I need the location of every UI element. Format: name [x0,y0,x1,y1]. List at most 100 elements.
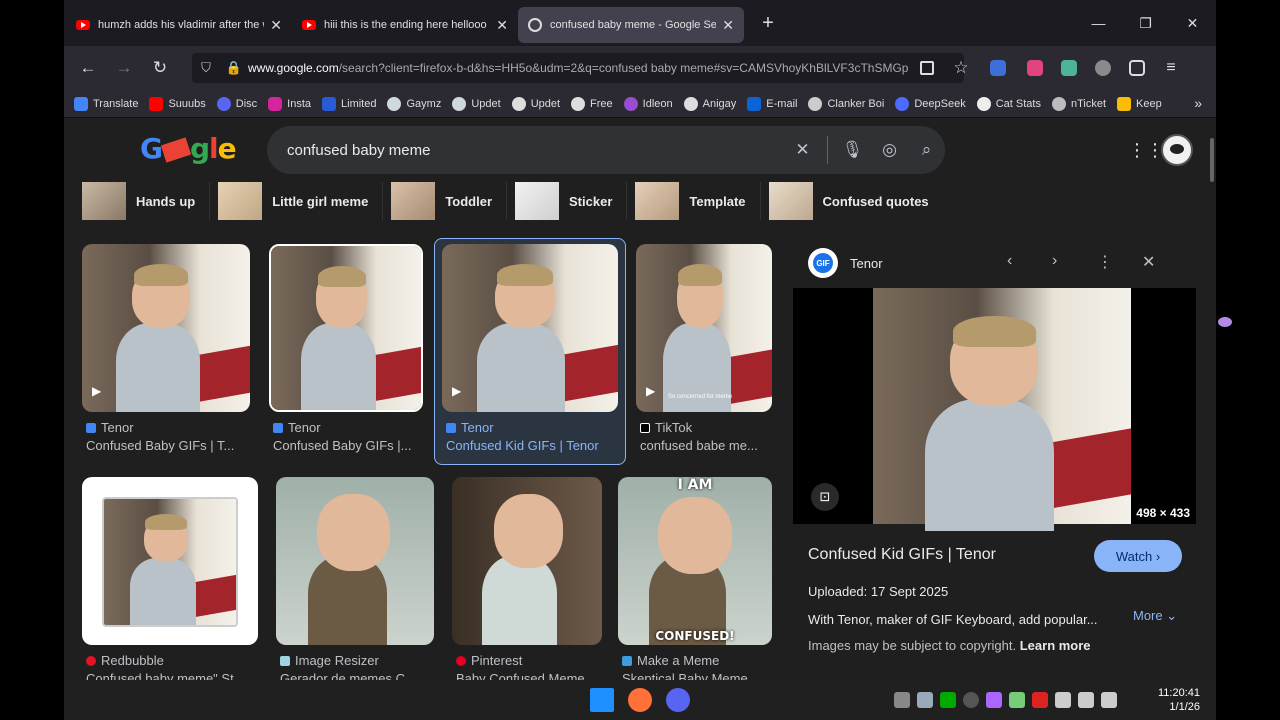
windows-start-icon[interactable] [590,688,614,712]
microphone-icon[interactable]: 🎙 [834,140,871,160]
search-input[interactable]: confused baby meme [267,142,784,159]
new-tab-button[interactable]: + [754,12,782,35]
url-bar[interactable]: ⛉ 🔒 www.google.com/search?client=firefox… [192,53,964,83]
result-image[interactable] [276,477,434,645]
tab-google-search[interactable]: confused baby meme - Google Search ✕ [518,7,744,43]
bookmark-translate[interactable]: Translate [74,96,138,111]
bookmark-suuubs[interactable]: Suuubs [149,96,206,111]
clear-icon[interactable]: ✕ [784,140,821,160]
chevron-left-icon[interactable]: ‹ [1007,252,1012,270]
image-result[interactable]: ▶ Tenor Confused Baby GIFs | T... [82,244,250,464]
chip-hands-up[interactable]: Hands up [82,182,211,220]
chip-little-girl-meme[interactable]: Little girl meme [218,182,384,220]
lens-icon[interactable]: ◎ [871,140,908,160]
bookmark-insta[interactable]: Insta [268,96,311,111]
result-title[interactable]: Confused Kid GIFs | Tenor [446,438,618,453]
result-title[interactable]: Skeptical Baby Meme... [622,671,774,680]
system-clock[interactable]: 11:20:41 1/1/26 [1158,686,1200,714]
bookmark-limited[interactable]: Limited [322,96,376,111]
chip-template[interactable]: Template [635,182,761,220]
close-window-button[interactable]: ✕ [1169,0,1216,46]
result-image[interactable] [269,244,423,412]
reload-button[interactable]: ↻ [142,50,178,86]
tab-youtube-1[interactable]: humzh adds his vladimir after the wor ✕ [66,7,292,43]
lock-icon[interactable]: 🔒 [220,60,248,76]
microphone-tray-icon[interactable] [1055,692,1071,708]
chip-sticker[interactable]: Sticker [515,182,628,220]
close-icon[interactable]: ✕ [270,17,282,34]
result-image[interactable]: ▶ [82,244,250,412]
result-source[interactable]: Redbubble [86,653,164,668]
lens-search-icon[interactable]: ⊡ [811,483,839,511]
result-source[interactable]: Tenor [446,420,494,435]
forward-button[interactable]: → [106,50,142,86]
menu-icon[interactable]: ≡ [1154,50,1188,86]
chip-confused-quotes[interactable]: Confused quotes [768,182,943,220]
result-image[interactable]: ▶ So concerned for meme [636,244,772,412]
result-title[interactable]: Confused Baby GIFs |... [273,438,425,453]
chevron-right-icon[interactable]: » [1194,95,1202,111]
image-result[interactable]: Image Resizer Gerador de memes C... [276,477,434,680]
image-result[interactable]: Pinterest Baby Confused Meme [452,477,602,680]
network-icon[interactable] [1078,692,1094,708]
learn-more-link[interactable]: Learn more [1020,638,1091,653]
bookmark-cat-stats[interactable]: Cat Stats [976,96,1041,111]
panel-source-name[interactable]: Tenor [850,256,883,271]
discord-icon[interactable] [666,688,690,712]
shield-icon[interactable]: ⛉ [192,60,220,76]
result-title[interactable]: Baby Confused Meme [456,671,604,680]
bookmark-free[interactable]: Free [571,96,613,111]
bookmark-deepseek[interactable]: DeepSeek [895,96,966,111]
bookmark-disc[interactable]: Disc [216,96,257,111]
preview-image-area[interactable]: ⊡ 498 × 433 [793,288,1196,532]
more-options-icon[interactable]: ⋮ [1097,252,1113,272]
result-title[interactable]: Confused Baby GIFs | T... [86,438,250,453]
steam-tray-icon[interactable] [917,692,933,708]
restore-button[interactable]: ❐ [1122,0,1169,46]
chevron-right-icon[interactable]: › [1052,252,1057,270]
nvidia-tray-icon[interactable] [1009,692,1025,708]
back-button[interactable]: ← [70,50,106,86]
result-source[interactable]: Tenor [273,420,321,435]
result-image[interactable]: I AM CONFUSED! [618,477,772,645]
close-icon[interactable]: ✕ [1142,252,1155,272]
extensions-puzzle-icon[interactable] [1120,50,1154,86]
panel-title[interactable]: Confused Kid GIFs | Tenor [808,546,996,564]
result-image[interactable] [452,477,602,645]
image-result[interactable]: Tenor Confused Baby GIFs |... [269,244,423,464]
more-button[interactable]: More ⌄ [1133,608,1177,624]
result-source[interactable]: TikTok [640,420,692,435]
tray-app-icon[interactable] [986,692,1002,708]
image-result[interactable]: ▶ So concerned for meme TikTok confused … [636,244,772,464]
result-source[interactable]: Image Resizer [280,653,379,668]
bookmark-star-icon[interactable]: ☆ [944,50,978,86]
chip-toddler[interactable]: Toddler [391,182,508,220]
image-result[interactable]: Redbubble Confused baby meme" St... [82,477,258,680]
tray-app-icon[interactable] [963,692,979,708]
bookmark-email[interactable]: E-mail [747,96,797,111]
search-icon[interactable]: ⌕ [908,140,945,160]
tab-youtube-2[interactable]: hiii this is the ending here hellooo :3 … [292,7,518,43]
firefox-icon[interactable] [628,688,652,712]
scrollbar[interactable] [1210,138,1214,182]
image-result[interactable]: ▶ Tenor Confused Kid GIFs | Tenor [442,244,618,464]
result-source[interactable]: Tenor [86,420,134,435]
bookmark-updet-2[interactable]: Updet [511,96,560,111]
minimize-button[interactable]: — [1075,0,1122,46]
result-image[interactable]: ▶ [442,244,618,412]
microphone-extension-icon[interactable] [1018,50,1052,86]
glasses-extension-icon[interactable] [1086,50,1120,86]
tray-app-icon[interactable] [940,692,956,708]
result-title[interactable]: Gerador de memes C... [280,671,436,680]
tray-app-icon[interactable] [1032,692,1048,708]
download-icon[interactable] [910,50,944,86]
result-source[interactable]: Pinterest [456,653,522,668]
search-box[interactable]: confused baby meme ✕ 🎙 ◎ ⌕ [267,126,945,174]
bookmark-idleon[interactable]: Idleon [623,96,673,111]
bookmark-anigay[interactable]: Anigay [683,96,736,111]
tray-app-icon[interactable] [894,692,910,708]
result-title[interactable]: Confused baby meme" St... [86,671,258,680]
close-icon[interactable]: ✕ [722,17,734,34]
bookmark-gaymz[interactable]: Gaymz [387,96,441,111]
result-source[interactable]: Make a Meme [622,653,719,668]
